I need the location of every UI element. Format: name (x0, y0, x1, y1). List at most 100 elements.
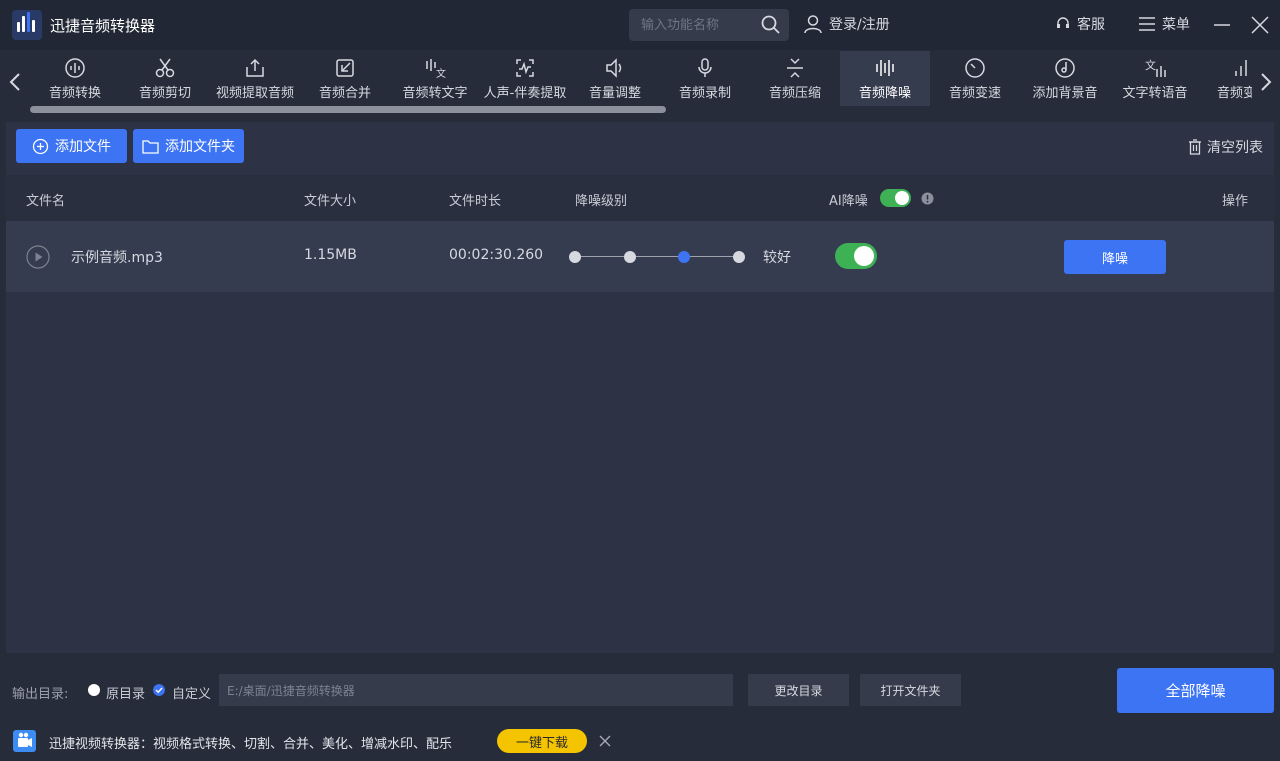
volume-icon (606, 58, 622, 78)
chevron-right-icon[interactable] (1258, 70, 1274, 94)
download-button[interactable]: 一键下载 (497, 729, 587, 753)
clear-list-label: 清空列表 (1207, 140, 1263, 156)
background-music-icon (1055, 58, 1075, 78)
level-dot-2[interactable] (624, 251, 636, 263)
tool-speech-to-text[interactable]: 文 音频转文字 (390, 51, 480, 106)
tool-label: 人声-伴奏提取 (483, 86, 567, 101)
output-dir-label: 输出目录: (12, 687, 69, 702)
svg-text:文: 文 (436, 67, 446, 79)
tool-video-extract[interactable]: 视频提取音频 (210, 51, 300, 106)
tool-label: 音频压缩 (768, 86, 821, 101)
radio-original-dir[interactable] (88, 684, 100, 696)
plus-circle-icon (32, 138, 49, 154)
play-icon[interactable] (26, 245, 50, 269)
tool-label: 添加背景音 (1032, 86, 1098, 101)
tool-label: 音频变 (1217, 86, 1252, 101)
tool-label: 音频转文字 (402, 86, 468, 101)
tool-volume[interactable]: 音量调整 (570, 51, 660, 106)
denoise-button[interactable]: 降噪 (1064, 240, 1166, 274)
search-icon[interactable] (761, 15, 781, 35)
toolbar-scrollbar[interactable] (30, 106, 666, 113)
menu-label: 菜单 (1162, 17, 1190, 33)
ai-denoise-toggle[interactable] (835, 243, 877, 269)
tool-label: 音频剪切 (138, 86, 191, 101)
speech-to-text-icon: 文 (426, 59, 446, 79)
tool-text-to-speech[interactable]: 文 文字转语音 (1110, 51, 1200, 106)
minimize-icon[interactable] (1210, 13, 1234, 37)
close-icon[interactable] (1248, 13, 1272, 37)
denoise-level-label: 较好 (763, 250, 791, 266)
original-dir-label[interactable]: 原目录 (106, 683, 145, 702)
tool-audio-merge[interactable]: 音频合并 (300, 51, 390, 106)
table-header: 文件名 文件大小 文件时长 降噪级别 AI降噪 操作 (6, 175, 1274, 221)
add-folder-button[interactable]: 添加文件夹 (133, 129, 244, 163)
bars-icon (1235, 60, 1247, 76)
login-link[interactable]: 登录/注册 (803, 14, 890, 34)
search-input[interactable] (641, 15, 756, 35)
search-box[interactable] (629, 9, 789, 41)
file-size: 1.15MB (304, 247, 357, 263)
level-dot-3[interactable] (678, 251, 690, 263)
tool-audio-convert[interactable]: 音频转换 (30, 51, 120, 106)
add-folder-label: 添加文件夹 (165, 139, 235, 155)
trash-icon (1189, 139, 1201, 155)
tool-more[interactable]: 音频变 (1200, 51, 1252, 106)
tool-vocal-extract[interactable]: 人声-伴奏提取 (480, 51, 570, 106)
custom-dir-label[interactable]: 自定义 (172, 683, 211, 702)
headset-icon (1057, 17, 1069, 28)
tool-denoise[interactable]: 音频降噪 (840, 51, 930, 106)
tool-label: 视频提取音频 (215, 86, 294, 101)
table-row: 示例音频.mp3 1.15MB 00:02:30.260 较好 降噪 (6, 221, 1274, 292)
tool-speed[interactable]: 音频变速 (930, 51, 1020, 106)
folder-icon (142, 139, 159, 154)
output-path-input[interactable] (219, 674, 733, 706)
tool-label: 文字转语音 (1122, 86, 1188, 101)
tool-compress[interactable]: 音频压缩 (750, 51, 840, 106)
denoise-all-button[interactable]: 全部降噪 (1117, 668, 1274, 713)
service-label: 客服 (1077, 17, 1105, 33)
app-logo-icon (12, 10, 42, 40)
header-duration: 文件时长 (449, 194, 502, 209)
clear-list-button[interactable]: 清空列表 (1188, 137, 1263, 157)
add-file-label: 添加文件 (55, 139, 111, 155)
ai-denoise-all-toggle[interactable] (880, 189, 911, 207)
change-dir-button[interactable]: 更改目录 (748, 674, 849, 706)
chevron-left-icon[interactable] (7, 70, 23, 94)
radio-custom-dir[interactable] (153, 684, 165, 696)
audio-convert-icon (65, 58, 85, 78)
hamburger-icon (1139, 17, 1155, 31)
tool-label: 音频变速 (948, 86, 1001, 101)
tool-label: 音量调整 (588, 86, 641, 101)
denoise-icon (876, 60, 894, 76)
service-link[interactable]: 客服 (1055, 14, 1105, 34)
level-dot-4[interactable] (733, 251, 745, 263)
tool-label: 音频降噪 (858, 86, 911, 101)
tool-label: 音频录制 (678, 86, 731, 101)
header-denoise-level: 降噪级别 (575, 194, 628, 209)
file-duration: 00:02:30.260 (449, 247, 544, 263)
header-ai-denoise: AI降噪 (829, 194, 868, 209)
app-title: 迅捷音频转换器 (50, 17, 156, 35)
close-promo-icon[interactable] (599, 735, 611, 747)
level-dot-1[interactable] (569, 251, 581, 263)
tool-background-music[interactable]: 添加背景音 (1020, 51, 1110, 106)
info-icon[interactable] (921, 192, 934, 205)
text-to-speech-icon: 文 (1145, 58, 1166, 77)
upload-extract-icon (246, 58, 264, 77)
compress-icon (787, 58, 803, 78)
file-name: 示例音频.mp3 (71, 250, 163, 266)
menu-button[interactable]: 菜单 (1138, 14, 1190, 34)
video-converter-logo-icon (13, 730, 36, 752)
vocal-extract-icon (516, 59, 534, 77)
merge-icon (336, 59, 354, 77)
svg-text:文: 文 (1145, 58, 1156, 72)
scissors-icon (155, 58, 175, 78)
login-label: 登录/注册 (829, 17, 890, 33)
open-folder-button[interactable]: 打开文件夹 (860, 674, 961, 706)
tool-label: 音频转换 (48, 86, 101, 101)
header-filesize: 文件大小 (304, 194, 357, 209)
tool-audio-cut[interactable]: 音频剪切 (120, 51, 210, 106)
user-icon (804, 15, 822, 34)
add-file-button[interactable]: 添加文件 (16, 129, 127, 163)
tool-record[interactable]: 音频录制 (660, 51, 750, 106)
